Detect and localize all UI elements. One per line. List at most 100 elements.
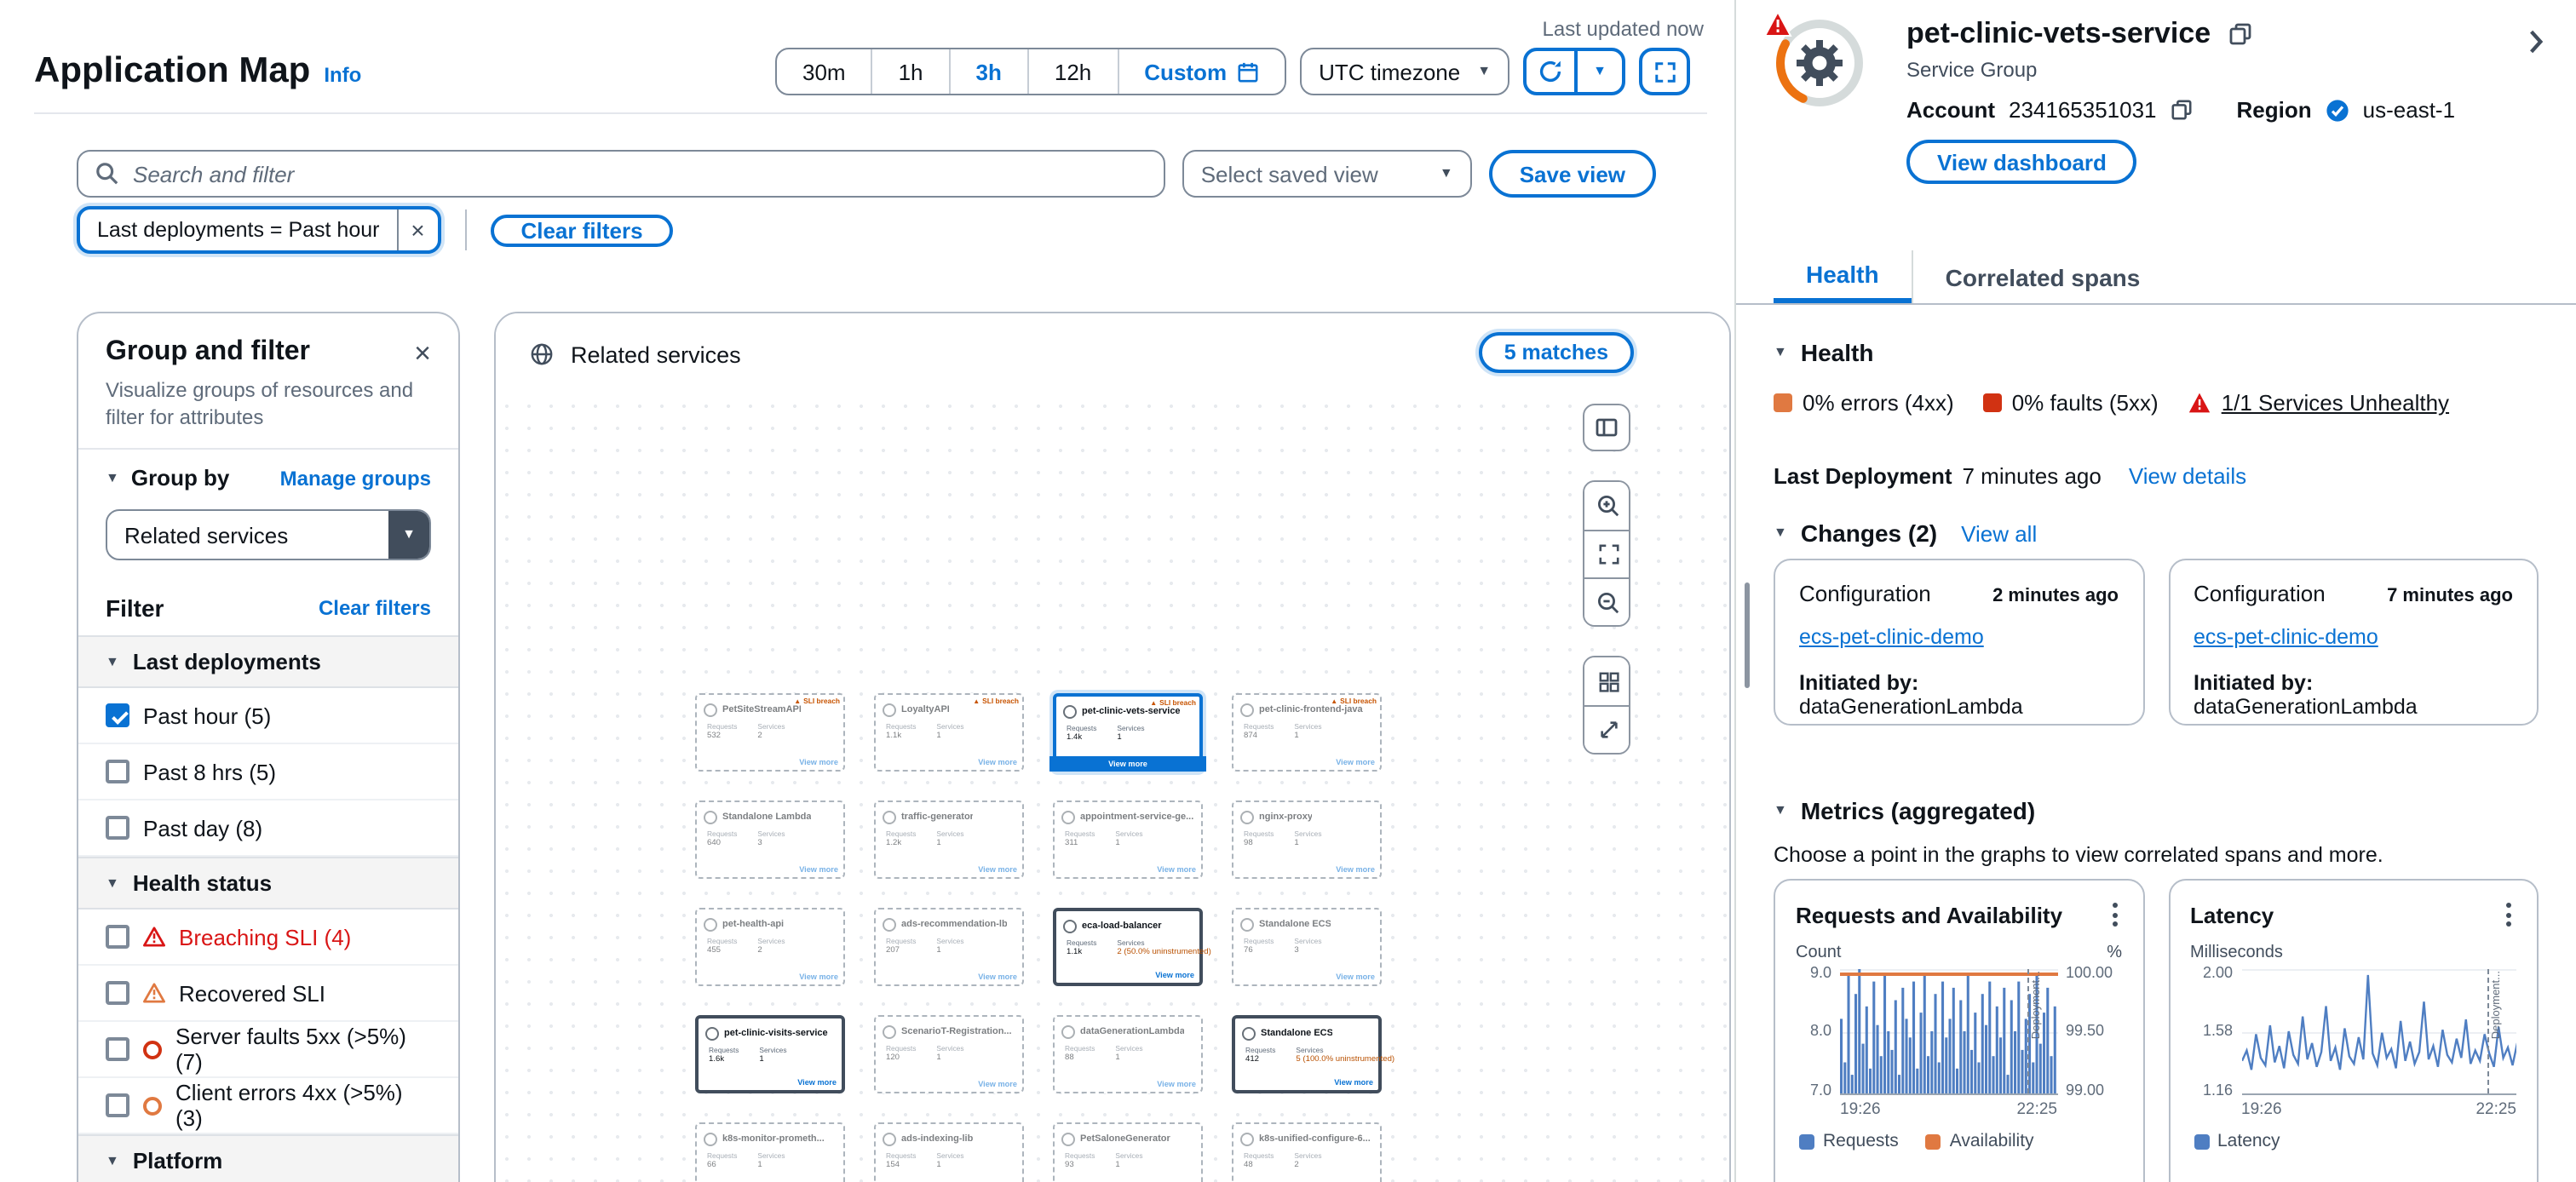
service-node[interactable]: Standalone ECS Requests412 Services5 (10…	[1232, 1015, 1382, 1093]
checkbox[interactable]	[106, 703, 129, 727]
timezone-select[interactable]: UTC timezone▼	[1300, 48, 1509, 95]
copy-icon[interactable]	[2228, 22, 2251, 46]
service-node[interactable]: ads-indexing-lib Requests154 Services1 V…	[874, 1122, 1024, 1182]
saved-view-select[interactable]: Select saved view▼	[1182, 150, 1472, 198]
remove-filter-icon[interactable]: ×	[396, 209, 437, 250]
filter-option[interactable]: Recovered SLI	[78, 966, 458, 1022]
close-icon[interactable]: ×	[414, 338, 431, 367]
view-more-link[interactable]: View more	[1157, 865, 1196, 874]
requests-plot[interactable]: Deployment...	[1840, 969, 2057, 1095]
view-more-link[interactable]: View more	[978, 973, 1017, 981]
refresh-button[interactable]	[1527, 51, 1574, 92]
checkbox[interactable]	[106, 760, 129, 783]
time-range-custom[interactable]: Custom	[1117, 49, 1285, 94]
checkbox[interactable]	[106, 1037, 129, 1061]
metrics-section-header[interactable]: ▼ Metrics (aggregated)	[1774, 797, 2035, 824]
group-by-header[interactable]: ▼Group by	[106, 465, 229, 491]
view-details-link[interactable]: View details	[2129, 463, 2246, 489]
zoom-out-button[interactable]	[1584, 577, 1630, 625]
manage-groups-link[interactable]: Manage groups	[280, 466, 431, 490]
view-more-link[interactable]: View more	[978, 865, 1017, 874]
service-node[interactable]: Standalone Lambda Requests640 Services3 …	[695, 800, 845, 879]
view-more-link[interactable]: View more	[799, 973, 838, 981]
clear-filters-button[interactable]: Clear filters	[490, 214, 673, 246]
change-resource-link[interactable]: ecs-pet-clinic-demo	[1799, 625, 1984, 649]
grid-layout-button[interactable]	[1584, 657, 1630, 705]
tab-correlated-spans[interactable]: Correlated spans	[1912, 250, 2173, 303]
expand-layout-button[interactable]	[1584, 705, 1630, 753]
service-node[interactable]: eca-load-balancer Requests1.1k Services2…	[1053, 908, 1203, 986]
view-more-link[interactable]: View more	[1157, 1080, 1196, 1088]
service-node[interactable]: ▲SLI breach PetSiteStreamAPI Requests532…	[695, 693, 845, 772]
view-more-link[interactable]: View more	[1336, 973, 1375, 981]
service-node[interactable]: ▲SLI breach LoyaltyAPI Requests1.1k Serv…	[874, 693, 1024, 772]
service-node[interactable]: appointment-service-ge... Requests311 Se…	[1053, 800, 1203, 879]
save-view-button[interactable]: Save view	[1489, 150, 1656, 198]
service-node[interactable]: k8s-unified-configure-6... Requests48 Se…	[1232, 1122, 1382, 1182]
view-more-link[interactable]: View more	[1049, 756, 1206, 772]
filter-option[interactable]: Breaching SLI (4)	[78, 909, 458, 966]
service-node[interactable]: pet-health-api Requests455 Services2 Vie…	[695, 908, 845, 986]
view-more-link[interactable]: View more	[1155, 971, 1194, 979]
map-overview-button[interactable]	[1583, 404, 1630, 451]
filter-option[interactable]: Server faults 5xx (>5%) (7)	[78, 1022, 458, 1078]
service-node[interactable]: PetSaloneGenerator Requests93 Services1 …	[1053, 1122, 1203, 1182]
copy-icon[interactable]	[2171, 99, 2193, 121]
time-range-3h[interactable]: 3h	[949, 49, 1027, 94]
service-node[interactable]: dataGenerationLambda Requests88 Services…	[1053, 1015, 1203, 1093]
group-by-select[interactable]: Related services ▼	[106, 509, 431, 560]
deployment-marker[interactable]: Deployment...	[2027, 969, 2029, 1093]
services-unhealthy-link[interactable]: 1/1 Services Unhealthy	[2222, 390, 2449, 416]
change-card[interactable]: Configuration 2 minutes ago ecs-pet-clin…	[1774, 559, 2144, 726]
service-node[interactable]: ScenarioT-Registration... Requests120 Se…	[874, 1015, 1024, 1093]
health-section-header[interactable]: ▼ Health	[1774, 339, 1873, 366]
checkbox[interactable]	[106, 816, 129, 840]
service-node[interactable]: ads-recommendation-lb Requests207 Servic…	[874, 908, 1024, 986]
view-more-link[interactable]: View more	[1336, 865, 1375, 874]
service-node[interactable]: ▲SLI breach pet-clinic-frontend-java Req…	[1232, 693, 1382, 772]
service-node[interactable]: Standalone ECS Requests76 Services3 View…	[1232, 908, 1382, 986]
service-node[interactable]: traffic-generator Requests1.2k Services1…	[874, 800, 1024, 879]
checkbox[interactable]	[106, 925, 129, 949]
panel-scrollbar-thumb[interactable]	[1745, 582, 1750, 688]
zoom-in-button[interactable]	[1584, 482, 1630, 530]
info-link[interactable]: Info	[324, 63, 361, 87]
view-more-link[interactable]: View more	[799, 758, 838, 766]
view-more-link[interactable]: View more	[978, 1080, 1017, 1088]
tab-health[interactable]: Health	[1774, 250, 1912, 303]
change-card[interactable]: Configuration 7 minutes ago ecs-pet-clin…	[2168, 559, 2539, 726]
kebab-menu-icon[interactable]	[2501, 898, 2516, 932]
view-more-link[interactable]: View more	[799, 865, 838, 874]
service-node[interactable]: k8s-monitor-prometh... Requests66 Servic…	[695, 1122, 845, 1182]
deployment-marker[interactable]: Deployment...	[2487, 969, 2489, 1093]
view-more-link[interactable]: View more	[1334, 1078, 1373, 1087]
service-node[interactable]: pet-clinic-visits-service Requests1.6k S…	[695, 1015, 845, 1093]
map-canvas[interactable]: ▲SLI breach PetSiteStreamAPI Requests532…	[496, 395, 1729, 1182]
latency-plot[interactable]: Deployment...	[2241, 969, 2516, 1095]
changes-section-header[interactable]: ▼ Changes (2)	[1774, 519, 1937, 547]
kebab-menu-icon[interactable]	[2107, 898, 2122, 932]
time-range-1h[interactable]: 1h	[871, 49, 949, 94]
view-more-link[interactable]: View more	[797, 1078, 837, 1087]
view-more-link[interactable]: View more	[978, 758, 1017, 766]
search-input[interactable]	[133, 161, 1147, 186]
time-range-30m[interactable]: 30m	[777, 49, 871, 94]
clear-filters-link[interactable]: Clear filters	[319, 596, 431, 620]
filter-option[interactable]: Past 8 hrs (5)	[78, 744, 458, 800]
fullscreen-button[interactable]	[1639, 48, 1690, 95]
filter-section-header[interactable]: ▼ Platform	[78, 1134, 458, 1182]
view-all-link[interactable]: View all	[1961, 520, 2037, 546]
view-dashboard-button[interactable]: View dashboard	[1906, 140, 2137, 184]
checkbox[interactable]	[106, 1093, 129, 1117]
fit-to-screen-button[interactable]	[1584, 530, 1630, 577]
filter-option[interactable]: Past hour (5)	[78, 688, 458, 744]
refresh-options-button[interactable]: ▼	[1574, 51, 1622, 92]
service-node[interactable]: nginx-proxy Requests98 Services1 View mo…	[1232, 800, 1382, 879]
view-more-link[interactable]: View more	[1336, 758, 1375, 766]
change-resource-link[interactable]: ecs-pet-clinic-demo	[2194, 625, 2378, 649]
service-node[interactable]: ▲SLI breach pet-clinic-vets-service Requ…	[1053, 693, 1203, 772]
collapse-panel-button[interactable]	[2515, 20, 2556, 61]
filter-option[interactable]: Client errors 4xx (>5%) (3)	[78, 1078, 458, 1134]
time-range-12h[interactable]: 12h	[1027, 49, 1117, 94]
matches-badge[interactable]: 5 matches	[1479, 332, 1634, 373]
